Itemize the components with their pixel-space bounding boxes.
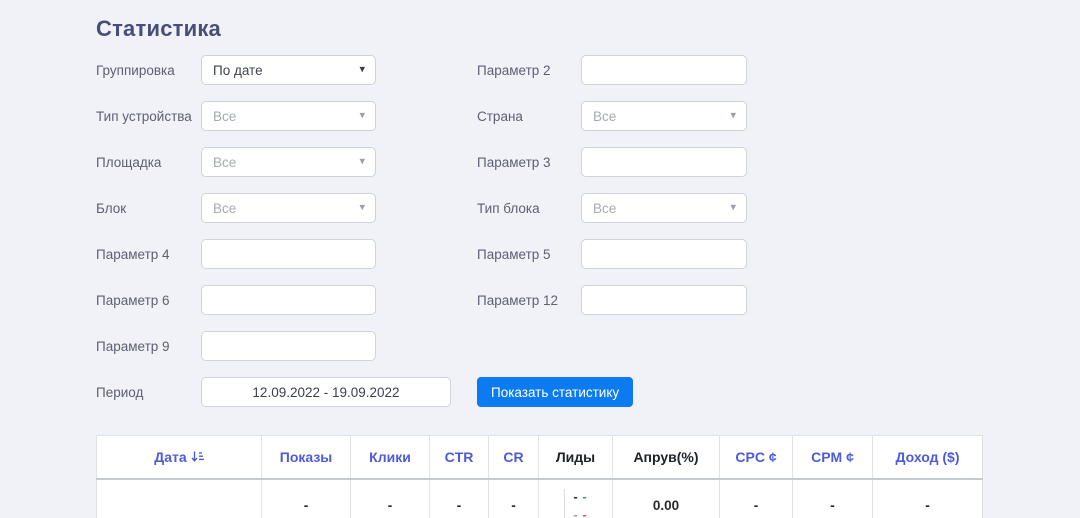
col-header-leads: Лиды [538, 435, 613, 480]
col-header-approve: Апрув(%) [612, 435, 720, 480]
cell-date [96, 478, 262, 518]
param12-label: Параметр 12 [477, 292, 559, 308]
param9-label: Параметр 9 [96, 338, 170, 354]
filter-row-device-type: Тип устройства Все ▾ [96, 101, 477, 131]
platform-select[interactable]: Все ▾ [201, 147, 376, 177]
col-header-cpc[interactable]: CPC ¢ [719, 435, 793, 480]
param4-input[interactable] [201, 239, 376, 269]
block-type-label: Тип блока [477, 200, 540, 216]
block-select[interactable]: Все ▾ [201, 193, 376, 223]
chevron-down-icon: ▾ [359, 155, 365, 168]
leads-divider [564, 488, 566, 518]
col-header-ctr[interactable]: CTR [429, 435, 489, 480]
chevron-down-icon: ▾ [730, 109, 736, 122]
filter-row-param4: Параметр 4 [96, 239, 477, 269]
chevron-down-icon: ▾ [359, 109, 365, 122]
statistics-table: Дата Показы Клики CTR CR Лиды Апрув(%) C… [96, 435, 983, 518]
cell-cpc: - [719, 478, 793, 518]
leads-rejected: - [582, 506, 587, 518]
param12-input[interactable] [581, 285, 747, 315]
col-header-date-label: Дата [154, 448, 187, 465]
cell-leads: - - - - [538, 478, 613, 518]
filter-row-param9: Параметр 9 [96, 331, 477, 361]
cell-ctr: - [429, 478, 489, 518]
param6-input[interactable] [201, 285, 376, 315]
col-header-date[interactable]: Дата [96, 435, 262, 480]
param3-input[interactable] [581, 147, 747, 177]
cell-revenue: - [872, 478, 983, 518]
country-select-value: Все [593, 108, 617, 124]
sort-amount-icon [191, 451, 204, 462]
cell-impressions: - [261, 478, 351, 518]
table-header-row: Дата Показы Клики CTR CR Лиды Апрув(%) C… [96, 435, 983, 480]
filters-column-left: Группировка По дате ▾ Тип устройства Все… [96, 55, 477, 423]
param3-label: Параметр 3 [477, 154, 551, 170]
chevron-down-icon: ▾ [359, 63, 365, 76]
submit-row: Показать статистику [477, 377, 897, 407]
platform-select-value: Все [213, 154, 237, 170]
show-statistics-button[interactable]: Показать статистику [477, 377, 634, 407]
param6-label: Параметр 6 [96, 292, 170, 308]
device-type-select-value: Все [213, 108, 237, 124]
filter-row-param3: Параметр 3 [477, 147, 897, 177]
period-label: Период [96, 384, 144, 400]
leads-total: - [573, 488, 578, 504]
platform-label: Площадка [96, 154, 162, 170]
table-row: - - - - - - - - 0.00 - - - [96, 478, 983, 518]
chevron-down-icon: ▾ [730, 201, 736, 214]
col-header-revenue[interactable]: Доход ($) [872, 435, 983, 480]
leads-pending: - [573, 506, 578, 518]
chevron-down-icon: ▾ [359, 201, 365, 214]
filter-row-platform: Площадка Все ▾ [96, 147, 477, 177]
block-type-select[interactable]: Все ▾ [581, 193, 747, 223]
page-title: Статистика [96, 16, 221, 41]
col-header-impressions[interactable]: Показы [261, 435, 351, 480]
block-label: Блок [96, 200, 127, 216]
filter-row-country: Страна Все ▾ [477, 101, 897, 131]
filter-row-block: Блок Все ▾ [96, 193, 477, 223]
block-select-value: Все [213, 200, 237, 216]
filter-row-grouping: Группировка По дате ▾ [96, 55, 477, 85]
leads-approved: - [582, 488, 587, 504]
col-header-clicks[interactable]: Клики [350, 435, 430, 480]
param5-label: Параметр 5 [477, 246, 551, 262]
statistics-page: Статистика Группировка По дате ▾ Тип уст… [0, 0, 1080, 518]
leads-breakdown: - - - - [539, 488, 612, 518]
grouping-label: Группировка [96, 62, 175, 78]
filter-row-param12: Параметр 12 [477, 285, 897, 315]
filter-row-param2: Параметр 2 [477, 55, 897, 85]
param2-label: Параметр 2 [477, 62, 551, 78]
grouping-select-value: По дате [213, 62, 263, 78]
cell-approve-percent: 0.00 [612, 478, 720, 518]
filter-row-param6: Параметр 6 [96, 285, 477, 315]
form-spacer [477, 331, 897, 377]
param9-input[interactable] [201, 331, 376, 361]
col-header-cpm[interactable]: CPM ¢ [792, 435, 873, 480]
cell-cpm: - [792, 478, 873, 518]
filters-form: Группировка По дате ▾ Тип устройства Все… [96, 55, 1080, 423]
cell-clicks: - [350, 478, 430, 518]
country-label: Страна [477, 108, 523, 124]
param2-input[interactable] [581, 55, 747, 85]
filters-column-right: Параметр 2 Страна Все ▾ Параметр 3 Тип б… [477, 55, 897, 423]
grouping-select[interactable]: По дате ▾ [201, 55, 376, 85]
period-daterange-input[interactable] [201, 377, 451, 407]
country-select[interactable]: Все ▾ [581, 101, 747, 131]
block-type-select-value: Все [593, 200, 617, 216]
col-header-cr[interactable]: CR [488, 435, 539, 480]
filter-row-block-type: Тип блока Все ▾ [477, 193, 897, 223]
cell-cr: - [488, 478, 539, 518]
filter-row-period: Период [96, 377, 477, 407]
device-type-label: Тип устройства [96, 108, 192, 124]
filter-row-param5: Параметр 5 [477, 239, 897, 269]
param4-label: Параметр 4 [96, 246, 170, 262]
device-type-select[interactable]: Все ▾ [201, 101, 376, 131]
param5-input[interactable] [581, 239, 747, 269]
